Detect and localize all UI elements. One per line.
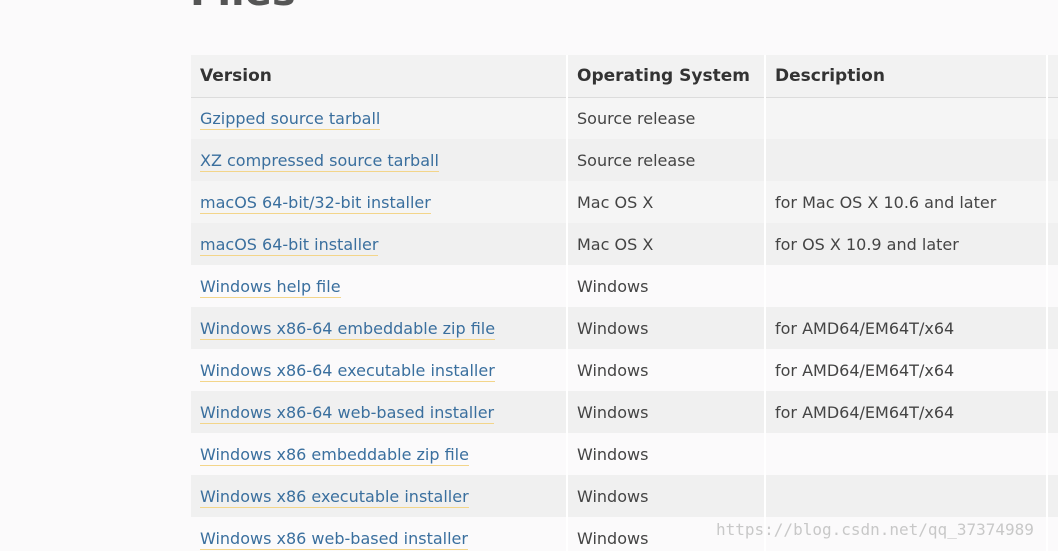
version-cell: Windows x86-64 executable installer [191,349,568,391]
extra-cell [1047,307,1058,349]
description-cell [765,265,1048,307]
download-link[interactable]: macOS 64-bit installer [200,234,379,256]
download-link[interactable]: Windows x86 web-based installer [200,528,468,550]
version-cell: macOS 64-bit installer [191,223,568,265]
extra-cell [1047,433,1058,475]
os-cell: Windows [567,349,766,391]
description-cell [765,475,1048,517]
extra-cell [1047,139,1058,181]
table-row: Windows x86 embeddable zip file Windows [191,433,1058,475]
version-cell: Windows help file [191,265,568,307]
download-link[interactable]: Gzipped source tarball [200,108,381,130]
os-cell: Windows [567,307,766,349]
os-cell: Source release [567,139,766,181]
download-link[interactable]: macOS 64-bit/32-bit installer [200,192,431,214]
table-row: Windows x86 executable installer Windows [191,475,1058,517]
table-row: Gzipped source tarball Source release [191,97,1058,139]
extra-cell [1047,97,1058,139]
table-row: macOS 64-bit/32-bit installer Mac OS X f… [191,181,1058,223]
version-cell: Windows x86 web-based installer [191,517,568,551]
extra-cell [1047,265,1058,307]
description-cell: for AMD64/EM64T/x64 [765,391,1048,433]
description-cell: for OS X 10.9 and later [765,223,1048,265]
os-cell: Mac OS X [567,223,766,265]
extra-cell [1047,181,1058,223]
download-link[interactable]: Windows x86-64 web-based installer [200,402,495,424]
os-cell: Mac OS X [567,181,766,223]
column-header-extra [1047,55,1058,98]
column-header-version: Version [191,55,568,98]
table-row: Windows help file Windows [191,265,1058,307]
description-cell: for Mac OS X 10.6 and later [765,181,1048,223]
version-cell: Gzipped source tarball [191,97,568,139]
os-cell: Windows [567,475,766,517]
download-link[interactable]: Windows x86 executable installer [200,486,469,508]
download-link[interactable]: Windows x86-64 executable installer [200,360,495,382]
description-cell: for AMD64/EM64T/x64 [765,349,1048,391]
table-row: XZ compressed source tarball Source rele… [191,139,1058,181]
extra-cell [1047,475,1058,517]
column-header-description: Description [765,55,1048,98]
os-cell: Source release [567,97,766,139]
description-cell: for AMD64/EM64T/x64 [765,307,1048,349]
download-link[interactable]: Windows x86 embeddable zip file [200,444,469,466]
table-row: macOS 64-bit installer Mac OS X for OS X… [191,223,1058,265]
download-link[interactable]: Windows help file [200,276,341,298]
extra-cell [1047,391,1058,433]
os-cell: Windows [567,433,766,475]
description-cell [765,139,1048,181]
download-link[interactable]: Windows x86-64 embeddable zip file [200,318,496,340]
description-cell [765,433,1048,475]
watermark-text: https://blog.csdn.net/qq_37374989 [716,520,1034,539]
extra-cell [1047,349,1058,391]
extra-cell [1047,223,1058,265]
version-cell: Windows x86-64 embeddable zip file [191,307,568,349]
version-cell: XZ compressed source tarball [191,139,568,181]
version-cell: Windows x86-64 web-based installer [191,391,568,433]
os-cell: Windows [567,391,766,433]
description-cell [765,97,1048,139]
table-header-row: Version Operating System Description [191,55,1058,98]
table-row: Windows x86-64 web-based installer Windo… [191,391,1058,433]
download-link[interactable]: XZ compressed source tarball [200,150,439,172]
table-row: Windows x86-64 embeddable zip file Windo… [191,307,1058,349]
os-cell: Windows [567,265,766,307]
version-cell: Windows x86 embeddable zip file [191,433,568,475]
version-cell: Windows x86 executable installer [191,475,568,517]
extra-cell [1047,517,1058,551]
version-cell: macOS 64-bit/32-bit installer [191,181,568,223]
table-row: Windows x86-64 executable installer Wind… [191,349,1058,391]
files-table: Version Operating System Description Gzi… [191,55,1058,551]
page: Files Version Operating System Descripti… [0,0,1058,551]
section-title: Files [190,0,296,12]
column-header-operating-system: Operating System [567,55,766,98]
